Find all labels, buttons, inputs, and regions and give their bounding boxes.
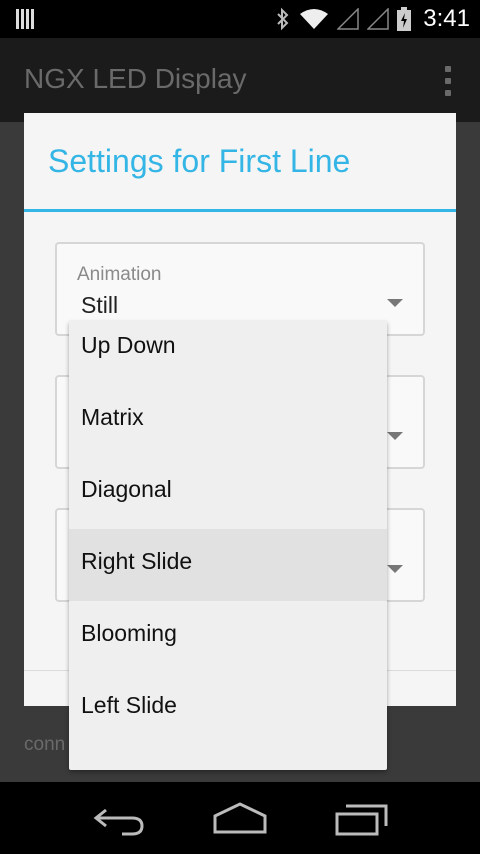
wifi-icon [300,9,329,29]
status-bar: 3:41 [0,0,480,38]
bluetooth-icon [277,7,289,31]
dropdown-item-label: Up Down [81,332,176,358]
battery-charging-icon [397,7,412,31]
dropdown-arrow-icon [387,565,403,573]
dropdown-item-left-slide[interactable]: Left Slide [69,673,387,745]
dropdown-item-up-down[interactable]: Up Down [69,313,387,385]
action-bar: NGX LED Display [0,38,480,122]
dropdown-item-blooming[interactable]: Blooming [69,601,387,673]
animation-label: Animation [77,264,162,285]
dropdown-item-label: Left Slide [81,692,177,718]
overflow-menu-icon[interactable] [444,66,452,96]
dropdown-item-label: Matrix [81,404,144,430]
back-icon[interactable] [92,798,148,838]
dropdown-arrow-icon [387,299,403,307]
navigation-bar [0,782,480,854]
dialog-title-divider [24,209,456,212]
no-signal-icon [337,8,360,30]
signal-bars-icon [16,9,34,29]
dropdown-item-label: Right Slide [81,548,193,574]
animation-dropdown-list: Up Down Matrix Diagonal Right Slide Bloo… [69,321,387,770]
dialog-title: Settings for First Line [48,143,351,179]
status-icons: 3:41 [275,0,470,38]
home-icon[interactable] [212,798,268,838]
background-text: conn [24,734,66,755]
no-signal-icon [367,8,390,30]
app-title: NGX LED Display [24,63,247,94]
dropdown-item-label: Diagonal [81,476,172,502]
dropdown-item-diagonal[interactable]: Diagonal [69,457,387,529]
recent-apps-icon[interactable] [334,798,390,838]
dropdown-arrow-icon [387,432,403,440]
dropdown-item-label: Blooming [81,620,177,646]
dropdown-item-right-slide[interactable]: Right Slide [69,529,387,601]
dropdown-item-matrix[interactable]: Matrix [69,385,387,457]
status-time: 3:41 [423,5,470,32]
